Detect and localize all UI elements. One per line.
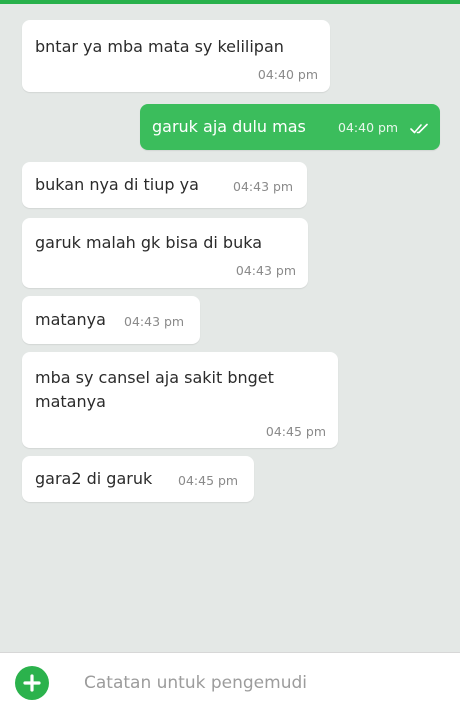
message-text: gara2 di garuk	[35, 469, 153, 488]
message-text: bntar ya mba mata sy kelilipan	[35, 37, 284, 56]
message-text: bukan nya di tiup ya	[35, 175, 199, 194]
message-text: matanya	[35, 310, 106, 329]
add-button[interactable]	[15, 666, 49, 700]
composer-bar	[0, 652, 460, 712]
message-time: 04:43 pm	[233, 179, 294, 194]
driver-note-input[interactable]	[82, 667, 446, 699]
message-text-line: mba sy cansel aja sakit bnget	[35, 368, 274, 387]
message-bubble[interactable]: mba sy cansel aja sakit bnget matanya 04…	[22, 352, 338, 448]
plus-icon	[23, 674, 41, 692]
chat-thread[interactable]: bntar ya mba mata sy kelilipan 04:40 pm …	[0, 4, 460, 652]
message-time: 04:43 pm	[235, 263, 296, 278]
message-time: 04:45 pm	[265, 424, 326, 439]
double-check-icon	[410, 123, 428, 134]
message-text: garuk malah gk bisa di buka	[35, 233, 263, 252]
message-bubble[interactable]: matanya 04:43 pm	[22, 296, 200, 344]
message-bubble[interactable]: garuk malah gk bisa di buka 04:43 pm	[22, 218, 308, 288]
message-text: garuk aja dulu mas	[152, 117, 306, 136]
message-bubble[interactable]: bntar ya mba mata sy kelilipan 04:40 pm	[22, 20, 330, 92]
message-bubble-outgoing[interactable]: garuk aja dulu mas 04:40 pm	[140, 104, 440, 150]
message-text-line: matanya	[35, 392, 106, 411]
message-time: 04:40 pm	[257, 67, 318, 82]
message-time: 04:43 pm	[124, 314, 185, 329]
message-bubble[interactable]: bukan nya di tiup ya 04:43 pm	[22, 162, 307, 208]
message-time: 04:45 pm	[178, 473, 239, 488]
message-time: 04:40 pm	[338, 120, 399, 135]
message-bubble[interactable]: gara2 di garuk 04:45 pm	[22, 456, 254, 502]
